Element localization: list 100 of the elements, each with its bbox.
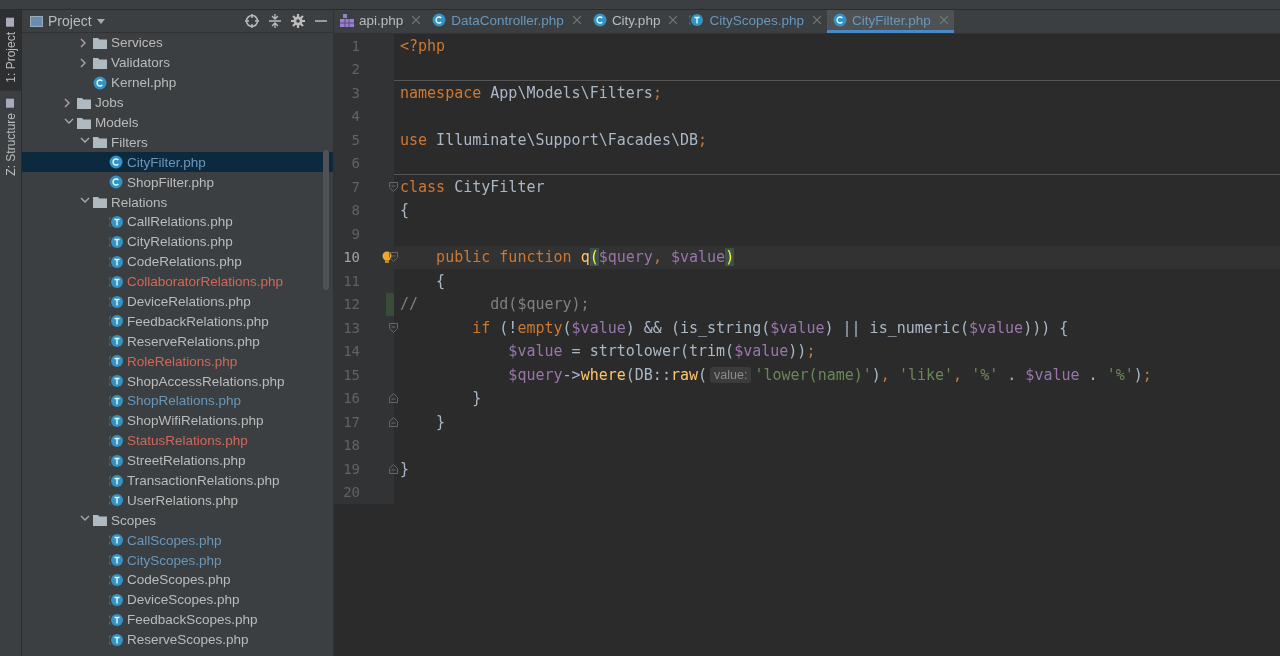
file-name: ShopWifiRelations.php <box>126 413 264 429</box>
chevron-right-icon[interactable] <box>64 97 71 108</box>
trait-icon <box>109 334 124 349</box>
file-name: TransactionRelations.php <box>126 473 280 489</box>
trait-icon <box>109 254 124 269</box>
file-item[interactable]: ShopAccessRelations.php <box>22 371 333 392</box>
change-marker[interactable] <box>386 292 394 316</box>
tool-window-tab[interactable]: 1: Project <box>0 10 21 91</box>
caret-icon[interactable] <box>96 18 105 24</box>
folder-item[interactable]: Jobs <box>22 92 333 113</box>
chevron-down-icon[interactable] <box>80 197 90 205</box>
folder-item[interactable]: Filters <box>22 132 333 153</box>
file-item[interactable]: DeviceScopes.php <box>22 589 333 610</box>
tool-window-tab[interactable]: Z: Structure <box>0 90 21 184</box>
trait-icon <box>109 592 124 607</box>
folder-item[interactable]: Validators <box>22 52 333 73</box>
file-item[interactable]: ReserveScopes.php <box>22 629 333 650</box>
class-icon <box>109 155 123 170</box>
code-line: $query->where(DB::raw( value: 'lower(name)'), 'like', '%' . $value . '%'); <box>507 364 1153 386</box>
file-item[interactable]: CollaboratorRelations.php <box>22 271 333 292</box>
close-icon[interactable] <box>669 16 678 24</box>
panel-icon <box>30 15 43 27</box>
class-icon <box>109 175 123 190</box>
class-icon <box>592 13 607 27</box>
code-line: <?php <box>399 35 447 57</box>
file-item[interactable]: DeviceRelations.php <box>22 291 333 312</box>
code-line: } <box>399 458 411 480</box>
file-item[interactable]: CodeScopes.php <box>22 570 333 590</box>
file-item[interactable]: StreetRelations.php <box>22 450 333 471</box>
file-item[interactable]: CityFilter.php <box>22 152 333 173</box>
file-item[interactable]: FeedbackScopes.php <box>22 609 333 630</box>
file-item[interactable]: ShopRelations.php <box>22 391 333 411</box>
editor-tab[interactable]: api.php <box>334 10 427 33</box>
locate-icon[interactable] <box>245 14 259 28</box>
file-name: CodeRelations.php <box>126 254 242 270</box>
file-item[interactable]: ShopFilter.php <box>22 172 333 193</box>
collapse-icon[interactable] <box>269 14 281 28</box>
grid-icon <box>340 13 354 27</box>
folder-item[interactable]: Services <box>22 33 333 53</box>
line-number: 10 <box>342 249 360 266</box>
editor-tab[interactable]: City.php <box>586 10 684 33</box>
folder-item[interactable]: Relations <box>22 192 333 212</box>
file-item[interactable]: CityRelations.php <box>22 231 333 252</box>
file-item[interactable]: StatusRelations.php <box>22 430 333 451</box>
file-name: UserRelations.php <box>126 492 239 508</box>
editor-tab[interactable]: CityScopes.php <box>683 10 827 33</box>
trait-icon <box>109 374 124 389</box>
file-item[interactable]: FeedbackRelations.php <box>22 311 333 332</box>
file-item[interactable]: CityScopes.php <box>22 550 333 571</box>
chevron-right-icon[interactable] <box>80 57 87 68</box>
chevron-down-icon[interactable] <box>80 137 90 145</box>
folder-item[interactable]: Scopes <box>22 510 333 531</box>
panel-title[interactable]: Project <box>48 13 92 29</box>
close-icon[interactable] <box>412 16 421 24</box>
close-icon[interactable] <box>572 16 581 24</box>
file-item[interactable]: CodeRelations.php <box>22 251 333 272</box>
code-line: } <box>471 388 483 410</box>
settings-icon[interactable] <box>291 14 305 28</box>
file-item[interactable]: ShopWifiRelations.php <box>22 410 333 431</box>
trait-icon <box>109 573 124 587</box>
trait-icon <box>109 234 124 249</box>
trait-icon <box>109 453 124 468</box>
tab-title: City.php <box>611 12 661 28</box>
class-icon <box>93 75 107 90</box>
fold-icon[interactable] <box>389 252 398 263</box>
file-name: CityRelations.php <box>126 234 233 250</box>
file-name: ShopFilter.php <box>126 174 215 190</box>
code-line: { <box>435 270 447 292</box>
trait-icon <box>109 314 124 329</box>
trait-icon <box>109 473 124 488</box>
chevron-down-icon[interactable] <box>80 515 90 523</box>
chevron-down-icon[interactable] <box>64 117 74 125</box>
file-name: DeviceRelations.php <box>126 294 251 309</box>
scrollbar[interactable] <box>323 150 329 290</box>
editor-tab[interactable]: DataController.php <box>426 10 587 33</box>
file-item[interactable]: RoleRelations.php <box>22 351 333 372</box>
trait-icon <box>109 553 124 568</box>
folder-item[interactable]: Models <box>22 112 333 133</box>
file-item[interactable]: Kernel.php <box>22 72 333 93</box>
chevron-right-icon[interactable] <box>80 37 87 48</box>
file-item[interactable]: CallRelations.php <box>22 212 333 232</box>
file-name: CityFilter.php <box>126 154 206 170</box>
code-line: // dd($query); <box>399 294 591 316</box>
file-item[interactable]: CallScopes.php <box>22 530 333 551</box>
file-item[interactable]: UserRelations.php <box>22 490 333 511</box>
code-line: class CityFilter <box>399 176 546 198</box>
file-name: Kernel.php <box>110 75 177 91</box>
trait-icon <box>109 274 124 289</box>
class-icon <box>432 13 447 27</box>
lightbulb-icon[interactable] <box>382 250 392 264</box>
trait-icon <box>109 294 124 309</box>
close-icon[interactable] <box>812 16 821 24</box>
code-line: namespace App\Models\Filters; <box>399 82 663 104</box>
file-name: FeedbackScopes.php <box>126 612 258 628</box>
trait-icon <box>109 354 124 369</box>
file-item[interactable]: TransactionRelations.php <box>22 470 333 491</box>
trait-icon <box>689 13 705 27</box>
file-item[interactable]: ReserveRelations.php <box>22 331 333 352</box>
file-name: CallRelations.php <box>126 214 233 230</box>
tab-title: CityScopes.php <box>709 12 804 28</box>
